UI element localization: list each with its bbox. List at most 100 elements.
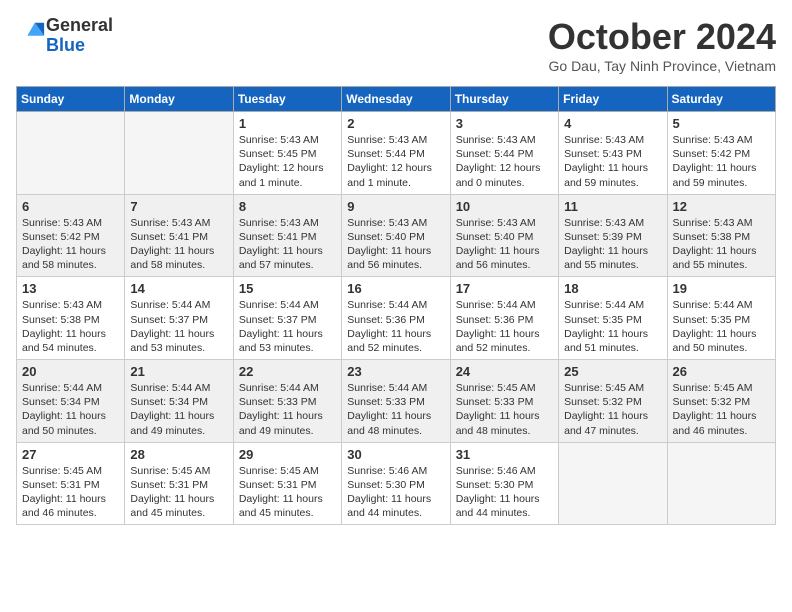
cell-text: Sunrise: 5:44 AM Sunset: 5:37 PM Dayligh… — [239, 298, 336, 355]
calendar-cell: 24Sunrise: 5:45 AM Sunset: 5:33 PM Dayli… — [450, 360, 558, 443]
calendar-cell: 11 Sunrise: 5:43 AM Sunset: 5:39 PM Dayli… — [559, 194, 667, 277]
calendar-cell: 25Sunrise: 5:45 AM Sunset: 5:32 PM Dayli… — [559, 360, 667, 443]
calendar-cell: 20 Sunrise: 5:44 AM Sunset: 5:34 PM Dayli… — [17, 360, 125, 443]
day-number: 20 — [22, 364, 119, 379]
day-number: 15 — [239, 281, 336, 296]
weekday-header-cell: Thursday — [450, 87, 558, 112]
day-number: 17 — [456, 281, 553, 296]
day-number: 12 — [673, 199, 770, 214]
weekday-header-cell: Tuesday — [233, 87, 341, 112]
cell-text: Sunrise: 5:43 AM Sunset: 5:44 PM Dayligh… — [456, 133, 553, 190]
page-header: General Blue October 2024 Go Dau, Tay Ni… — [16, 16, 776, 74]
logo: General Blue — [16, 16, 113, 56]
calendar-cell: 21Sunrise: 5:44 AM Sunset: 5:34 PM Dayli… — [125, 360, 233, 443]
weekday-header-cell: Saturday — [667, 87, 775, 112]
calendar-cell: 31 Sunrise: 5:46 AM Sunset: 5:30 PM Dayli… — [450, 442, 558, 525]
cell-text: Sunrise: 5:45 AM Sunset: 5:32 PM Dayligh… — [673, 381, 770, 438]
logo-general: General — [46, 15, 113, 35]
cell-text: Sunrise: 5:44 AM Sunset: 5:33 PM Dayligh… — [239, 381, 336, 438]
cell-text: Sunrise: 5:43 AM Sunset: 5:44 PM Dayligh… — [347, 133, 444, 190]
day-number: 22 — [239, 364, 336, 379]
cell-text: Sunrise: 5:43 AM Sunset: 5:41 PM Dayligh… — [239, 216, 336, 273]
cell-text: Sunrise: 5:43 AM Sunset: 5:42 PM Dayligh… — [22, 216, 119, 273]
calendar-cell: 29 Sunrise: 5:45 AM Sunset: 5:31 PM Dayli… — [233, 442, 341, 525]
calendar-cell: 1 Sunrise: 5:43 AM Sunset: 5:45 PM Daylig… — [233, 112, 341, 195]
day-number: 30 — [347, 447, 444, 462]
day-number: 29 — [239, 447, 336, 462]
cell-text: Sunrise: 5:44 AM Sunset: 5:34 PM Dayligh… — [22, 381, 119, 438]
calendar-cell: 5 Sunrise: 5:43 AM Sunset: 5:42 PM Daylig… — [667, 112, 775, 195]
logo-text: General Blue — [46, 16, 113, 56]
day-number: 1 — [239, 116, 336, 131]
calendar-cell: 27 Sunrise: 5:45 AM Sunset: 5:31 PM Dayli… — [17, 442, 125, 525]
day-number: 9 — [347, 199, 444, 214]
day-number: 18 — [564, 281, 661, 296]
title-block: October 2024 Go Dau, Tay Ninh Province, … — [548, 16, 776, 74]
calendar-table: SundayMondayTuesdayWednesdayThursdayFrid… — [16, 86, 776, 525]
calendar-cell: 22 Sunrise: 5:44 AM Sunset: 5:33 PM Dayli… — [233, 360, 341, 443]
calendar-week-row: 20 Sunrise: 5:44 AM Sunset: 5:34 PM Dayli… — [17, 360, 776, 443]
calendar-week-row: 1 Sunrise: 5:43 AM Sunset: 5:45 PM Daylig… — [17, 112, 776, 195]
cell-text: Sunrise: 5:45 AM Sunset: 5:31 PM Dayligh… — [22, 464, 119, 521]
cell-text: Sunrise: 5:45 AM Sunset: 5:31 PM Dayligh… — [239, 464, 336, 521]
calendar-body: 1 Sunrise: 5:43 AM Sunset: 5:45 PM Daylig… — [17, 112, 776, 525]
calendar-cell: 12 Sunrise: 5:43 AM Sunset: 5:38 PM Dayli… — [667, 194, 775, 277]
month-title: October 2024 — [548, 16, 776, 58]
calendar-cell: 9 Sunrise: 5:43 AM Sunset: 5:40 PM Daylig… — [342, 194, 450, 277]
weekday-header-row: SundayMondayTuesdayWednesdayThursdayFrid… — [17, 87, 776, 112]
day-number: 26 — [673, 364, 770, 379]
day-number: 28 — [130, 447, 227, 462]
cell-text: Sunrise: 5:45 AM Sunset: 5:31 PM Dayligh… — [130, 464, 227, 521]
cell-text: Sunrise: 5:43 AM Sunset: 5:39 PM Dayligh… — [564, 216, 661, 273]
logo-icon — [18, 19, 46, 47]
calendar-cell: 28 Sunrise: 5:45 AM Sunset: 5:31 PM Dayli… — [125, 442, 233, 525]
calendar-cell: 7 Sunrise: 5:43 AM Sunset: 5:41 PM Daylig… — [125, 194, 233, 277]
day-number: 31 — [456, 447, 553, 462]
calendar-cell: 3 Sunrise: 5:43 AM Sunset: 5:44 PM Daylig… — [450, 112, 558, 195]
logo-blue: Blue — [46, 35, 85, 55]
calendar-cell: 2Sunrise: 5:43 AM Sunset: 5:44 PM Daylig… — [342, 112, 450, 195]
day-number: 11 — [564, 199, 661, 214]
day-number: 16 — [347, 281, 444, 296]
weekday-header-cell: Monday — [125, 87, 233, 112]
cell-text: Sunrise: 5:43 AM Sunset: 5:38 PM Dayligh… — [673, 216, 770, 273]
cell-text: Sunrise: 5:43 AM Sunset: 5:41 PM Dayligh… — [130, 216, 227, 273]
day-number: 10 — [456, 199, 553, 214]
weekday-header-cell: Sunday — [17, 87, 125, 112]
cell-text: Sunrise: 5:43 AM Sunset: 5:40 PM Dayligh… — [456, 216, 553, 273]
calendar-week-row: 27 Sunrise: 5:45 AM Sunset: 5:31 PM Dayli… — [17, 442, 776, 525]
cell-text: Sunrise: 5:44 AM Sunset: 5:35 PM Dayligh… — [564, 298, 661, 355]
cell-text: Sunrise: 5:44 AM Sunset: 5:36 PM Dayligh… — [456, 298, 553, 355]
calendar-cell — [125, 112, 233, 195]
weekday-header-cell: Friday — [559, 87, 667, 112]
day-number: 8 — [239, 199, 336, 214]
day-number: 25 — [564, 364, 661, 379]
cell-text: Sunrise: 5:44 AM Sunset: 5:34 PM Dayligh… — [130, 381, 227, 438]
cell-text: Sunrise: 5:44 AM Sunset: 5:37 PM Dayligh… — [130, 298, 227, 355]
day-number: 4 — [564, 116, 661, 131]
cell-text: Sunrise: 5:43 AM Sunset: 5:42 PM Dayligh… — [673, 133, 770, 190]
day-number: 13 — [22, 281, 119, 296]
calendar-cell: 26 Sunrise: 5:45 AM Sunset: 5:32 PM Dayli… — [667, 360, 775, 443]
calendar-cell: 18 Sunrise: 5:44 AM Sunset: 5:35 PM Dayli… — [559, 277, 667, 360]
day-number: 6 — [22, 199, 119, 214]
day-number: 7 — [130, 199, 227, 214]
calendar-cell: 30 Sunrise: 5:46 AM Sunset: 5:30 PM Dayli… — [342, 442, 450, 525]
calendar-cell: 10 Sunrise: 5:43 AM Sunset: 5:40 PM Dayli… — [450, 194, 558, 277]
cell-text: Sunrise: 5:46 AM Sunset: 5:30 PM Dayligh… — [347, 464, 444, 521]
day-number: 3 — [456, 116, 553, 131]
day-number: 5 — [673, 116, 770, 131]
cell-text: Sunrise: 5:46 AM Sunset: 5:30 PM Dayligh… — [456, 464, 553, 521]
cell-text: Sunrise: 5:44 AM Sunset: 5:33 PM Dayligh… — [347, 381, 444, 438]
location: Go Dau, Tay Ninh Province, Vietnam — [548, 58, 776, 74]
day-number: 27 — [22, 447, 119, 462]
cell-text: Sunrise: 5:43 AM Sunset: 5:40 PM Dayligh… — [347, 216, 444, 273]
calendar-cell: 19Sunrise: 5:44 AM Sunset: 5:35 PM Dayli… — [667, 277, 775, 360]
calendar-cell: 15 Sunrise: 5:44 AM Sunset: 5:37 PM Dayli… — [233, 277, 341, 360]
cell-text: Sunrise: 5:45 AM Sunset: 5:33 PM Dayligh… — [456, 381, 553, 438]
cell-text: Sunrise: 5:43 AM Sunset: 5:45 PM Dayligh… — [239, 133, 336, 190]
day-number: 19 — [673, 281, 770, 296]
calendar-cell: 8 Sunrise: 5:43 AM Sunset: 5:41 PM Daylig… — [233, 194, 341, 277]
cell-text: Sunrise: 5:43 AM Sunset: 5:38 PM Dayligh… — [22, 298, 119, 355]
calendar-cell — [667, 442, 775, 525]
